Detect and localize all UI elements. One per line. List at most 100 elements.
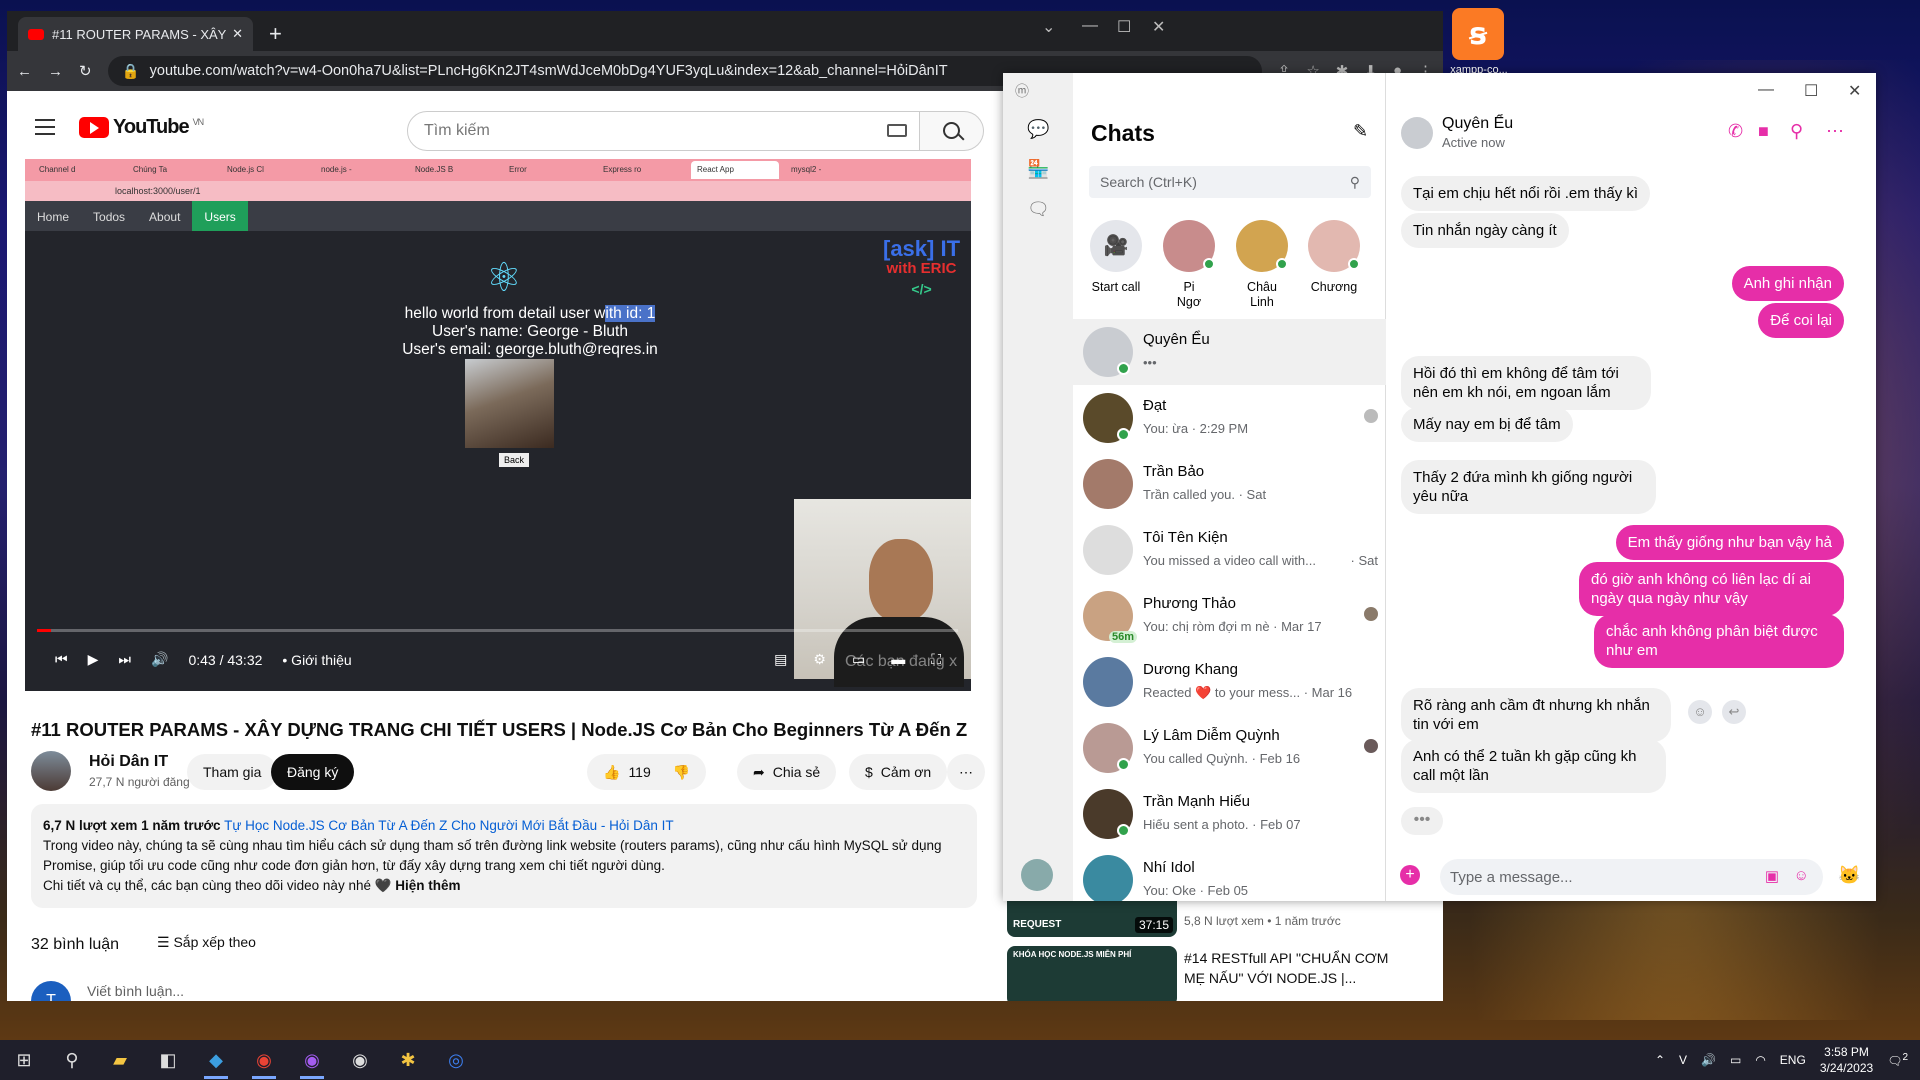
reload-icon[interactable]: ↻ [79,62,92,80]
marketplace-icon[interactable]: 🏪 [1027,159,1049,181]
previous-icon[interactable]: ⏮ [55,651,68,668]
more-options-icon[interactable]: ⋯ [1826,121,1844,142]
sort-button[interactable]: ☰ Sắp xếp theo [157,934,256,951]
tab-youtube[interactable]: #11 ROUTER PARAMS - XÂY DỰNG ✕ [18,17,253,51]
back-icon[interactable]: ← [17,63,32,80]
wave-icon[interactable]: 🐱 [1838,865,1860,886]
chat-item[interactable]: Quyên Ểu ••• [1073,319,1386,385]
channel-name[interactable]: Hỏi Dân IT [89,753,168,771]
story-contact[interactable]: Châu Linh [1227,220,1297,310]
plus-icon[interactable]: + [1400,865,1420,885]
phone-icon[interactable]: ✆ [1728,121,1743,142]
xampp-icon[interactable]: ꞩ [1452,8,1504,60]
minimize-icon[interactable]: — [1082,17,1098,35]
maximize-icon[interactable]: ☐ [1804,81,1818,101]
video-chapter[interactable]: • Giới thiệu [282,652,351,668]
compose-icon[interactable]: ✎ [1353,121,1368,142]
close-window-icon[interactable]: ✕ [1152,17,1165,37]
channel-avatar[interactable] [31,751,71,791]
story-start-call[interactable]: 🎥 Start call [1081,220,1151,295]
more-actions-icon[interactable]: ⋯ [947,754,985,790]
chats-icon[interactable]: 💬 [1027,119,1049,141]
video-icon[interactable]: ■ [1758,121,1769,142]
react-emoji-icon[interactable]: ☺ [1688,700,1712,724]
tab-search-icon[interactable]: ⌄ [1042,17,1055,37]
search-input[interactable]: Tìm kiếm [407,111,920,151]
next-icon[interactable]: ⏭ [118,651,131,668]
search-button[interactable] [920,111,984,151]
chat-item[interactable]: Dương Khang Reacted ❤️ to your mess... · … [1073,649,1386,715]
youtube-logo[interactable]: YouTube VN [79,116,204,139]
maximize-icon[interactable]: ☐ [1117,17,1131,37]
play-icon[interactable]: ▶ [88,651,99,668]
subtitles-icon[interactable]: ▤ [774,651,787,668]
battery-icon[interactable]: ▭ [1730,1053,1741,1067]
description-box[interactable]: 6,7 N lượt xem 1 năm trước Tự Học Node.J… [31,804,977,908]
emoji-icon[interactable]: ☺ [1794,867,1809,884]
description-line: Promise, giúp tối ưu code cũng như code … [43,858,665,873]
messenger-rail: ⓜ 💬 🏪 🗨 [1003,73,1073,901]
chat-name: Lý Lâm Diễm Quỳnh [1143,727,1280,744]
close-tab-icon[interactable]: ✕ [232,26,243,42]
notification-icon[interactable]: 🗨2 [1887,1052,1908,1068]
volume-icon[interactable]: 🔊 [1701,1053,1716,1067]
messenger-icon[interactable]: ◉ [288,1040,336,1080]
like-button[interactable]: 👍 119 👎 [587,754,707,790]
rec-title[interactable]: #14 RESTfull API "CHUẨN CƠM MẸ NẤU" VỚI N… [1184,948,1388,988]
keyboard-icon[interactable] [887,124,907,137]
story-contact[interactable]: Pi Ngơ [1154,220,1224,310]
contact-avatar[interactable] [1401,117,1433,149]
clock[interactable]: 3:58 PM 3/24/2023 [1820,1044,1873,1076]
app-icon[interactable]: ✱ [384,1040,432,1080]
reply-icon[interactable]: ↩ [1722,700,1746,724]
tray-app-icon[interactable]: V [1679,1053,1687,1067]
volume-icon[interactable]: 🔊 [151,651,168,668]
vscode-icon[interactable]: ◆ [192,1040,240,1080]
settings-icon[interactable]: ⚙ [813,651,826,668]
search-icon[interactable]: ⚲ [1790,121,1803,142]
description-tags[interactable]: Tự Học Node.JS Cơ Bản Từ A Đến Z Cho Ngư… [224,818,674,833]
chat-item[interactable]: 56m Phương Thảo You: chị ròm đợi m nè · Ma… [1073,583,1386,649]
app-icon[interactable]: ◉ [336,1040,384,1080]
profile-avatar[interactable] [1021,859,1053,891]
contact-name[interactable]: Quyên Ểu [1442,115,1513,133]
chat-item[interactable]: Nhí Idol You: Oke · Feb 05 [1073,847,1386,901]
menu-hamburger-icon[interactable] [35,119,55,135]
wifi-icon[interactable]: ◠ [1755,1053,1765,1067]
thumbs-down-icon[interactable]: 👎 [673,764,690,781]
forward-icon[interactable]: → [48,63,63,80]
chat-item[interactable]: Tôi Tên Kiện You missed a video call with… [1073,517,1386,583]
chat-item[interactable]: Trần Bảo Trần called you. · Sat [1073,451,1386,517]
chrome-icon[interactable]: ◉ [240,1040,288,1080]
minimize-icon[interactable]: — [1758,81,1774,99]
story-contact[interactable]: Chương [1299,220,1369,295]
language-indicator[interactable]: ENG [1780,1053,1806,1067]
chat-search-input[interactable]: Search (Ctrl+K) ⚲ [1089,166,1371,198]
app-icon[interactable]: ◧ [144,1040,192,1080]
video-player[interactable]: Channel d Chúng Ta Node.js Cl node.js - … [25,159,971,691]
add-comment-input[interactable]: Viết bình luận... [87,983,184,999]
chevron-up-icon[interactable]: ⌃ [1655,1053,1665,1067]
thanks-button[interactable]: $ Cảm ơn [849,754,948,790]
start-icon[interactable]: ⊞ [0,1040,48,1080]
inner-tab: React App [691,161,779,179]
subscribe-button[interactable]: Đăng ký [271,754,355,790]
message-bubble: Tại em chịu hết nổi rồi .em thấy kì [1401,176,1651,211]
chat-item[interactable]: Lý Lâm Diễm Quỳnh You called Quỳnh. · Feb… [1073,715,1386,781]
close-icon[interactable]: ✕ [1848,81,1861,101]
sticker-icon[interactable]: ▣ [1765,867,1779,885]
video-progress-bar[interactable] [37,629,958,632]
join-button[interactable]: Tham gia [187,754,278,790]
show-more-link[interactable]: Hiện thêm [395,878,460,893]
requests-icon[interactable]: 🗨 [1027,199,1050,221]
message-input[interactable]: Type a message... ☺ ▣ [1440,859,1823,895]
file-explorer-icon[interactable]: ▰ [96,1040,144,1080]
recommended-thumbnail[interactable]: KHÓA HỌC NODE.JS MIỄN PHÍ [1007,946,1177,1001]
chat-item[interactable]: Trần Mạnh Hiếu Hiếu sent a photo. · Feb 0… [1073,781,1386,847]
chat-item[interactable]: Đạt You: ừa · 2:29 PM [1073,385,1386,451]
youtube-play-icon [79,117,109,138]
new-tab-icon[interactable]: + [269,21,282,47]
zalo-icon[interactable]: ◎ [432,1040,480,1080]
share-button[interactable]: ➦ Chia sẻ [737,754,837,790]
search-icon[interactable]: ⚲ [48,1040,96,1080]
